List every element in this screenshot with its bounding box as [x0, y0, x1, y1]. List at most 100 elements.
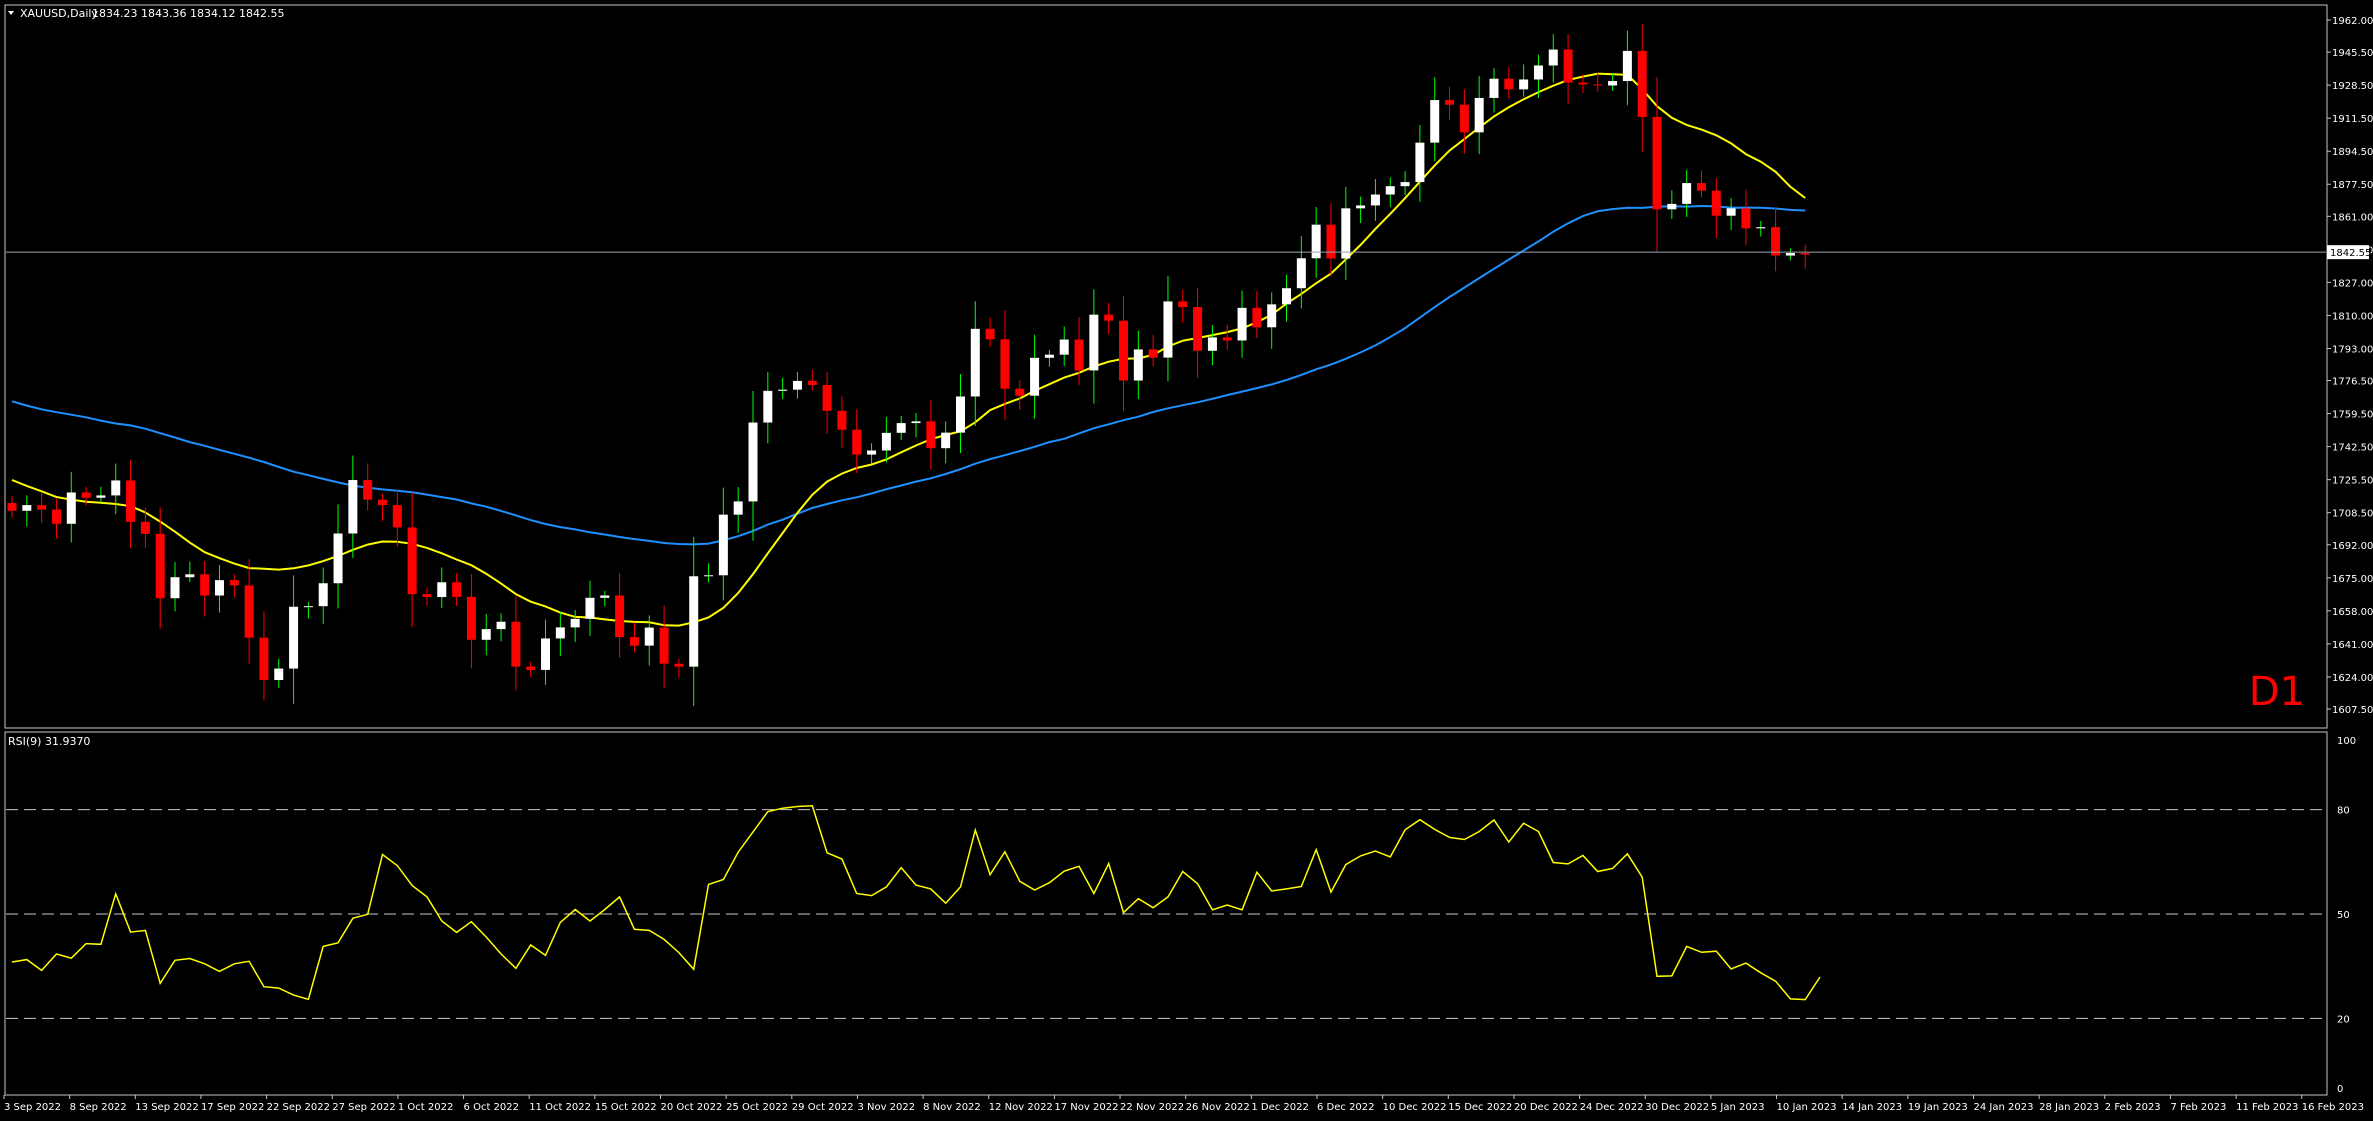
- bear-candle: [526, 666, 536, 670]
- bull-candle: [185, 574, 195, 578]
- bull-candle: [481, 629, 491, 640]
- bull-candle: [763, 390, 773, 423]
- bear-candle: [466, 596, 476, 640]
- bull-candle: [1163, 301, 1173, 358]
- bull-candle: [1311, 224, 1321, 259]
- price-y-tick-label: 1675.00: [2332, 574, 2373, 585]
- bull-candle: [22, 505, 32, 511]
- bear-candle: [452, 582, 462, 597]
- bear-candle: [81, 492, 91, 498]
- bull-candle: [1059, 339, 1069, 355]
- bull-candle: [896, 423, 906, 433]
- timeframe-label: D1: [2249, 669, 2305, 715]
- bull-candle: [1489, 78, 1499, 98]
- bull-candle: [1282, 288, 1292, 305]
- bear-candle: [807, 380, 817, 386]
- bull-candle: [303, 606, 313, 608]
- x-tick-label: 27 Sep 2022: [332, 1102, 395, 1113]
- bear-candle: [1119, 320, 1128, 381]
- x-tick-label: 14 Jan 2023: [1842, 1102, 1902, 1113]
- bear-candle: [1148, 349, 1158, 358]
- x-tick-label: 19 Jan 2023: [1908, 1102, 1968, 1113]
- trading-chart[interactable]: XAUUSD,Daily 1834.23 1843.36 1834.12 184…: [0, 0, 2373, 1117]
- bull-candle: [289, 606, 299, 669]
- bull-candle: [778, 389, 788, 391]
- bear-candle: [1252, 307, 1262, 328]
- bull-candle: [1785, 253, 1795, 256]
- bear-candle: [244, 585, 254, 638]
- chart-background: [0, 0, 2373, 1117]
- bear-candle: [37, 505, 47, 510]
- x-tick-label: 12 Nov 2022: [989, 1102, 1053, 1113]
- x-tick-label: 16 Feb 2023: [2302, 1102, 2364, 1113]
- bear-candle: [1741, 208, 1751, 229]
- bull-candle: [970, 328, 980, 397]
- bear-candle: [822, 385, 832, 411]
- x-tick-label: 24 Dec 2022: [1580, 1102, 1644, 1113]
- rsi-y-tick-label: 0: [2337, 1084, 2343, 1095]
- bull-candle: [214, 580, 224, 596]
- bull-candle: [1533, 65, 1543, 80]
- bull-candle: [733, 501, 743, 515]
- symbol-label: XAUUSD,Daily: [20, 7, 98, 20]
- bear-candle: [1563, 49, 1573, 83]
- bear-candle: [378, 499, 387, 506]
- x-tick-label: 2 Feb 2023: [2105, 1102, 2161, 1113]
- bear-candle: [1578, 82, 1588, 85]
- x-tick-label: 20 Oct 2022: [661, 1102, 723, 1113]
- bear-candle: [1637, 50, 1647, 117]
- bear-candle: [126, 480, 136, 522]
- x-tick-label: 29 Oct 2022: [792, 1102, 854, 1113]
- x-tick-label: 7 Feb 2023: [2170, 1102, 2226, 1113]
- bull-candle: [333, 533, 343, 584]
- bull-candle: [541, 638, 551, 670]
- price-y-tick-label: 1624.00: [2332, 673, 2373, 684]
- bear-candle: [1074, 339, 1084, 371]
- price-y-tick-label: 1692.00: [2332, 541, 2373, 552]
- x-tick-label: 5 Jan 2023: [1711, 1102, 1765, 1113]
- bull-candle: [585, 597, 595, 619]
- x-tick-label: 3 Nov 2022: [857, 1102, 915, 1113]
- bull-candle: [1430, 100, 1440, 143]
- x-tick-label: 30 Dec 2022: [1645, 1102, 1709, 1113]
- bull-candle: [881, 432, 891, 451]
- x-tick-label: 8 Sep 2022: [70, 1102, 127, 1113]
- price-y-tick-label: 1793.00: [2332, 344, 2373, 355]
- bear-candle: [629, 637, 639, 646]
- x-tick-label: 10 Dec 2022: [1383, 1102, 1447, 1113]
- x-tick-label: 22 Nov 2022: [1120, 1102, 1184, 1113]
- bear-candle: [363, 480, 373, 500]
- bear-candle: [615, 595, 625, 638]
- bear-candle: [1504, 78, 1514, 90]
- x-tick-label: 1 Dec 2022: [1251, 1102, 1309, 1113]
- x-tick-label: 8 Nov 2022: [923, 1102, 981, 1113]
- x-tick-label: 17 Sep 2022: [201, 1102, 264, 1113]
- bear-candle: [1326, 224, 1336, 259]
- bull-candle: [555, 627, 565, 639]
- x-tick-label: 24 Jan 2023: [1974, 1102, 2034, 1113]
- chart-svg[interactable]: XAUUSD,Daily 1834.23 1843.36 1834.12 184…: [0, 0, 2373, 1117]
- bull-candle: [1756, 227, 1766, 229]
- bear-candle: [51, 509, 61, 524]
- bear-candle: [511, 621, 521, 667]
- bear-candle: [7, 502, 17, 511]
- bear-candle: [1800, 253, 1810, 255]
- bull-candle: [1608, 81, 1618, 86]
- bull-candle: [600, 595, 610, 598]
- price-y-tick-label: 1861.00: [2332, 212, 2373, 223]
- x-tick-label: 20 Dec 2022: [1514, 1102, 1578, 1113]
- x-tick-label: 6 Oct 2022: [464, 1102, 519, 1113]
- x-tick-label: 1 Oct 2022: [398, 1102, 453, 1113]
- bull-candle: [1474, 97, 1484, 133]
- bear-candle: [1178, 301, 1188, 308]
- price-y-tick-label: 1945.50: [2332, 48, 2373, 59]
- bear-candle: [1593, 84, 1603, 86]
- bull-candle: [1237, 307, 1247, 341]
- rsi-y-tick-label: 20: [2337, 1014, 2350, 1025]
- price-y-tick-label: 1810.00: [2332, 311, 2373, 322]
- bear-candle: [1652, 116, 1662, 210]
- price-y-tick-label: 1911.50: [2332, 114, 2373, 125]
- bear-candle: [392, 505, 402, 528]
- bear-candle: [407, 527, 417, 595]
- bear-candle: [229, 580, 239, 586]
